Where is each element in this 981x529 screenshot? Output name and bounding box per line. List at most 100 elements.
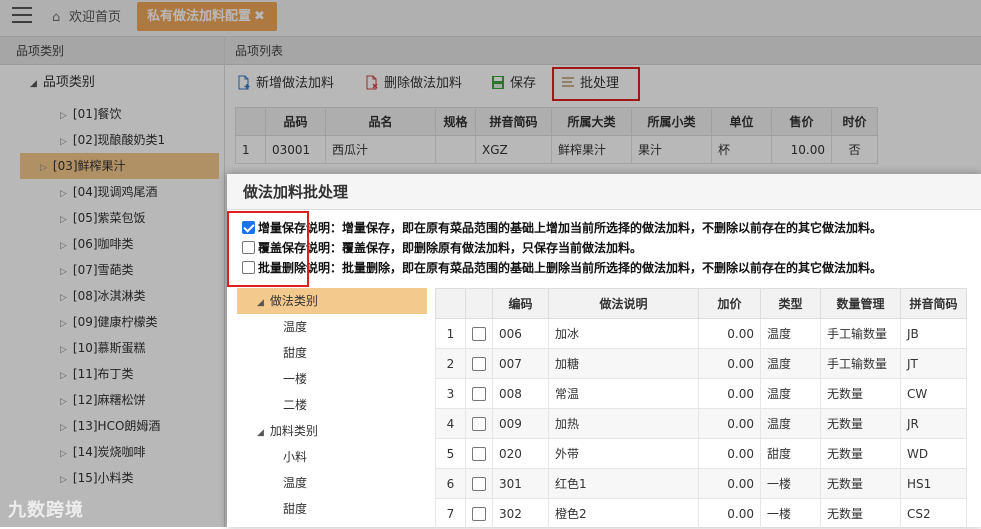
tree-node-label: 甜度 [283,346,308,360]
row-checkbox[interactable] [472,476,486,491]
table-row[interactable]: 3 008 常温 0.00 温度 无数量 CW [435,378,967,409]
tree-leaf[interactable]: 甜度 [237,340,427,366]
table-row[interactable]: 7 302 橙色2 0.00 一楼 无数量 CS2 [435,498,967,529]
column-header[interactable]: 拼音简码 [900,288,967,319]
column-header[interactable]: 类型 [760,288,821,319]
table-cell: 6 [435,468,466,499]
column-header[interactable]: 数量管理 [820,288,901,319]
table-cell: 302 [492,498,549,529]
tree-node-label: 做法类别 [269,294,318,308]
row-checkbox-cell[interactable] [465,318,493,349]
table-cell: 一楼 [760,498,821,529]
tree-leaf[interactable]: 甜度 [237,496,427,522]
tree-node-label: 二楼 [283,398,308,412]
table-cell: 009 [492,408,549,439]
option-row: 增量保存说明：增量保存，即在原有菜品范围的基础上增加当前所选择的做法加料，不删除… [242,218,882,238]
table-cell: 0.00 [698,468,761,499]
column-header[interactable] [465,288,493,319]
tree-node-label: 小料 [283,450,308,464]
options-highlight-box [227,211,309,287]
table-row[interactable]: 2 007 加糖 0.00 温度 手工输数量 JT [435,348,967,379]
table-cell: 7 [435,498,466,529]
table-cell: 无数量 [820,498,901,529]
table-cell: 3 [435,378,466,409]
table-cell: CS2 [900,498,967,529]
row-checkbox-cell[interactable] [465,438,493,469]
table-cell: 无数量 [820,378,901,409]
row-checkbox[interactable] [472,506,486,521]
tree-leaf[interactable]: 二楼 [237,392,427,418]
tree-leaf[interactable]: 温度 [237,314,427,340]
table-cell: 橙色2 [548,498,699,529]
column-header[interactable]: 加价 [698,288,761,319]
tree-leaf[interactable]: 温度 [237,470,427,496]
dialog-title: 做法加料批处理 [227,174,981,210]
tree-node-label: 甜度 [283,502,308,516]
table-cell: 006 [492,318,549,349]
caret-down-icon: ◢ [257,428,264,438]
table-cell: 5 [435,438,466,469]
table-row[interactable]: 5 020 外带 0.00 甜度 无数量 WD [435,438,967,469]
table-cell: 0.00 [698,438,761,469]
row-checkbox-cell[interactable] [465,408,493,439]
option-row: 批量删除说明：批量删除，即在原有菜品范围的基础上删除当前所选择的做法加料，不删除… [242,258,882,278]
method-category-tree: ◢ 做法类别 温度 甜度 一楼 二楼 ◢ 加料类别 小料 温度 甜度 [237,288,427,522]
option-desc: 说明：覆盖保存，即删除原有做法加料，只保存当前做法加料。 [306,241,643,255]
column-header[interactable]: 编码 [492,288,549,319]
table-cell: 0.00 [698,348,761,379]
tree-node-label: 温度 [283,476,308,490]
column-header[interactable] [435,288,466,319]
table-cell: 008 [492,378,549,409]
table-cell: 常温 [548,378,699,409]
table-cell: 1 [435,318,466,349]
option-desc: 说明：增量保存，即在原有菜品范围的基础上增加当前所选择的做法加料，不删除以前存在… [306,221,883,235]
tree-category[interactable]: ◢ 加料类别 [237,418,427,444]
table-cell: 一楼 [760,468,821,499]
table-cell: 红色1 [548,468,699,499]
table-cell: 4 [435,408,466,439]
table-row[interactable]: 4 009 加热 0.00 温度 无数量 JR [435,408,967,439]
caret-down-icon: ◢ [257,298,264,308]
table-cell: 无数量 [820,438,901,469]
option-desc: 说明：批量删除，即在原有菜品范围的基础上删除当前所选择的做法加料，不删除以前存在… [306,261,883,275]
tree-leaf[interactable]: 一楼 [237,366,427,392]
tree-category[interactable]: ◢ 做法类别 [237,288,427,314]
table-row[interactable]: 1 006 加冰 0.00 温度 手工输数量 JB [435,318,967,349]
column-header[interactable]: 做法说明 [548,288,699,319]
table-cell: JB [900,318,967,349]
tree-node-label: 一楼 [283,372,308,386]
table-cell: HS1 [900,468,967,499]
table-row[interactable]: 6 301 红色1 0.00 一楼 无数量 HS1 [435,468,967,499]
table-cell: 加冰 [548,318,699,349]
table-cell: JR [900,408,967,439]
tree-leaf[interactable]: 小料 [237,444,427,470]
row-checkbox-cell[interactable] [465,348,493,379]
table-cell: 温度 [760,378,821,409]
batch-dialog: 做法加料批处理 增量保存说明：增量保存，即在原有菜品范围的基础上增加当前所选择的… [227,174,981,529]
table-cell: 甜度 [760,438,821,469]
table-cell: 007 [492,348,549,379]
table-cell: 无数量 [820,408,901,439]
table-cell: WD [900,438,967,469]
table-cell: 0.00 [698,318,761,349]
row-checkbox[interactable] [472,356,486,371]
row-checkbox-cell[interactable] [465,378,493,409]
table-cell: 手工输数量 [820,348,901,379]
table-cell: 0.00 [698,378,761,409]
row-checkbox[interactable] [472,446,486,461]
row-checkbox-cell[interactable] [465,468,493,499]
table-cell: 020 [492,438,549,469]
row-checkbox[interactable] [472,416,486,431]
row-checkbox-cell[interactable] [465,498,493,529]
table-cell: 温度 [760,408,821,439]
table-cell: 无数量 [820,468,901,499]
table-cell: CW [900,378,967,409]
row-checkbox[interactable] [472,326,486,341]
row-checkbox[interactable] [472,386,486,401]
table-cell: 手工输数量 [820,318,901,349]
table-cell: 0.00 [698,408,761,439]
table-cell: 加糖 [548,348,699,379]
method-table: 编码 做法说明 加价 类型 数量管理 拼音简码 1 006 加冰 0.00 温度 手工输数量 JB 2 0… [435,288,967,529]
table-cell: 301 [492,468,549,499]
watermark: 九数跨境 [8,500,84,521]
